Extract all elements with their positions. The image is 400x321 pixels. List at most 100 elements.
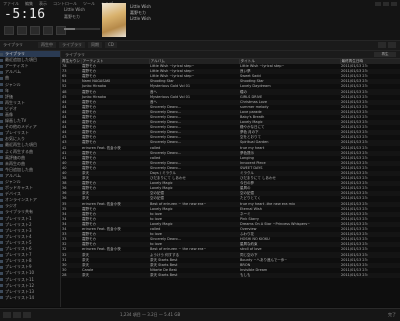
- sidebar-item-label: プレイリスト1: [5, 215, 32, 221]
- track-table: 再生カウント アーティスト アルバム タイトル 最終再生日時 78嘉野モカLit…: [61, 59, 400, 278]
- folder-icon: [0, 119, 3, 123]
- status-right: 完了: [388, 312, 396, 317]
- top-bar: ファイル 編集 表示 コントロール ツール ヘルプ -5:16 Little W…: [0, 0, 400, 41]
- folder-icon: [0, 217, 3, 221]
- options-icon[interactable]: [388, 42, 396, 48]
- seek-bar[interactable]: [64, 28, 100, 30]
- folder-icon: [0, 174, 3, 178]
- sidebar-item-label: 今日追加した曲: [5, 166, 33, 172]
- folder-icon: [0, 247, 3, 251]
- tab[interactable]: ライブラリ: [59, 42, 85, 48]
- table-cell: 茶天: [81, 272, 149, 278]
- sidebar-item-label: プレイリスト3: [5, 227, 32, 233]
- sidebar-item[interactable]: プレイリスト14: [0, 295, 60, 301]
- view-toggle-icon[interactable]: [378, 42, 386, 48]
- table-cell: 28: [61, 272, 81, 278]
- folder-icon: [0, 223, 3, 227]
- shuffle-icon[interactable]: [13, 312, 21, 318]
- folder-icon: [0, 259, 3, 263]
- folder-icon: [0, 229, 3, 233]
- folder-icon: [0, 131, 3, 135]
- sidebar-item-label: プレイリスト2: [5, 221, 32, 227]
- play-button[interactable]: 再生: [374, 52, 396, 57]
- track-line: 嘉野モカ: [64, 14, 80, 19]
- toolbar-label: ライブラリ: [3, 42, 23, 47]
- folder-icon: [0, 241, 3, 245]
- next-icon[interactable]: [30, 26, 40, 35]
- track-line: Little Wish: [64, 7, 85, 12]
- sidebar-item-label: 評価: [5, 93, 13, 99]
- folder-icon: [0, 89, 3, 93]
- add-icon[interactable]: [3, 312, 11, 318]
- folder-icon: [0, 168, 3, 172]
- folder-icon: [0, 284, 3, 288]
- folder-icon: [0, 265, 3, 269]
- folder-icon: [0, 210, 3, 214]
- table-row[interactable]: 28 茶天 茶天 Starts Best もしも 2011/01/13 23:: [61, 272, 400, 278]
- play-icon[interactable]: [17, 26, 27, 35]
- folder-icon: [0, 125, 3, 129]
- track-info: Little Wish 嘉野モカ: [64, 6, 85, 20]
- folder-icon: [0, 192, 3, 196]
- status-bar: 1,234 項目 — 3.2日 — 5.41 GB 完了: [0, 308, 400, 321]
- folder-icon: [0, 70, 3, 74]
- sidebar-item-label: アルバム: [5, 172, 21, 178]
- tab[interactable]: 同期: [88, 42, 102, 48]
- folder-icon: [0, 156, 3, 160]
- sidebar-item-label: プレイリスト10: [5, 270, 35, 276]
- sidebar-item-label: ジャンル: [5, 81, 21, 87]
- previous-icon[interactable]: [4, 26, 14, 35]
- folder-icon: [0, 186, 3, 190]
- folder-icon: [0, 137, 3, 141]
- sidebar-item-label: プレイリスト11: [5, 276, 35, 282]
- sidebar-item-label: 未再生の曲: [5, 160, 25, 166]
- sidebar-item-label: プレイリスト4: [5, 233, 32, 239]
- close-icon[interactable]: [391, 2, 397, 6]
- folder-icon: [0, 64, 3, 68]
- sidebar-item-label: プレイリスト14: [5, 294, 35, 300]
- sidebar-item-label: よく再生する曲: [5, 148, 33, 154]
- maximize-icon[interactable]: [383, 2, 389, 6]
- main-panel: ライブラリ 再生 再生カウント アーティスト アルバム タイトル 最終再生日時 …: [61, 51, 400, 307]
- time-display[interactable]: -5:16: [4, 7, 46, 22]
- folder-icon: [0, 198, 3, 202]
- folder-icon: [0, 113, 3, 117]
- tab[interactable]: CD: [105, 42, 117, 48]
- now-playing-info: Little Wish 嘉野モカ Little Wish: [130, 4, 151, 22]
- toolbar: ライブラリ 再生中 ライブラリ 同期 CD: [0, 41, 400, 51]
- sidebar-item-label: 高評価の曲: [5, 154, 25, 160]
- sidebar-item-label: ビデオ: [5, 105, 17, 111]
- toolbar-right: [378, 42, 396, 48]
- sidebar-item-label: 曲: [5, 75, 9, 81]
- main-header: ライブラリ 再生: [61, 51, 400, 59]
- playback-controls: [4, 26, 66, 35]
- table-cell: 茶天 Starts Best: [149, 272, 239, 278]
- folder-icon: [0, 107, 3, 111]
- sidebar-item-label: 年: [5, 87, 9, 93]
- table-cell: 2011/01/13 23:: [340, 272, 400, 278]
- table-cell: もしも: [239, 272, 340, 278]
- folder-icon: [0, 143, 3, 147]
- folder-icon: [0, 58, 3, 62]
- minimize-icon[interactable]: [375, 2, 381, 6]
- sidebar-item-label: 再生リスト: [5, 99, 25, 105]
- sidebar-item-label: アーティスト: [5, 63, 29, 69]
- folder-icon: [0, 296, 3, 300]
- folder-icon: [0, 76, 3, 80]
- main-title: ライブラリ: [65, 52, 85, 57]
- folder-icon: [0, 180, 3, 184]
- repeat-icon[interactable]: [23, 312, 31, 318]
- view-tabs: 再生中 ライブラリ 同期 CD: [38, 42, 117, 48]
- folder-icon: [0, 278, 3, 282]
- folder-icon: [0, 204, 3, 208]
- bottom-buttons: [3, 312, 31, 318]
- seek-fill: [64, 28, 75, 30]
- window-buttons: [375, 2, 397, 6]
- stop-icon[interactable]: [43, 26, 53, 35]
- status-text: 1,234 項目 — 3.2日 — 5.41 GB: [120, 312, 181, 317]
- album-art: [102, 3, 126, 37]
- tab[interactable]: 再生中: [38, 42, 56, 48]
- folder-icon: [0, 150, 3, 154]
- folder-icon: [0, 95, 3, 99]
- folder-icon: [0, 101, 3, 105]
